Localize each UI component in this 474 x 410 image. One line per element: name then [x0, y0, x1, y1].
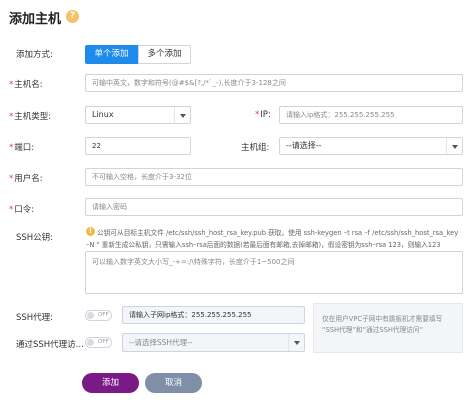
port-label: *端口: [9, 143, 35, 153]
username-label: *用户名: [9, 174, 43, 184]
warning-icon: ! [86, 227, 95, 236]
single-add-tab[interactable]: 单个添加 [85, 45, 138, 64]
ssh-key-label: SSH公钥: [16, 233, 54, 243]
ssh-key-hint-line1: 公钥可从目标主机文件 /etc/ssh/ssh_host_rsa_key.pub… [97, 229, 459, 237]
host-type-select[interactable]: Linux [85, 106, 191, 124]
host-group-select[interactable]: --请选择-- [279, 137, 463, 155]
chevron-down-icon [446, 138, 462, 154]
chevron-down-icon [288, 334, 304, 351]
ip-label: *IP: [255, 110, 271, 120]
port-input[interactable]: 22 [85, 137, 191, 155]
hostname-input[interactable]: 可输中英文，数字和符号(@#$&[?,/*`_-),长度介于3-128之间 [85, 74, 463, 92]
hostname-label: *主机名: [9, 80, 43, 90]
ssh-proxy-select-value: --请选择SSH代理-- [129, 338, 193, 347]
toggle-knob [87, 339, 94, 346]
ssh-proxy-toggle[interactable]: OFF [85, 310, 112, 321]
host-type-value: Linux [92, 110, 114, 119]
password-label: *口令: [9, 205, 35, 215]
multi-add-tab[interactable]: 多个添加 [138, 45, 191, 64]
ssh-key-textarea[interactable]: 可以输入数字英文大小写_-+=:/\特殊字符，长度介于1~500之间 [85, 251, 463, 294]
ip-input[interactable]: 请输入ip格式：255.255.255.255 [279, 106, 463, 124]
proxy-side-note: 仅在用户VPC子网中有跳板机才需要填写 “SSH代理”和“通过SSH代理访问” [313, 303, 463, 353]
username-input[interactable]: 不可输入空格，长度介于3-32位 [85, 168, 463, 186]
via-ssh-proxy-label: 通过SSH代理访... [16, 340, 84, 350]
side-note-line2: “SSH代理”和“通过SSH代理访问” [322, 326, 424, 334]
ssh-key-hint-line2: –N " 重新生成公私钥，只需输入ssh–rsa后面的数据(若最后面有邮箱,去掉… [86, 241, 441, 249]
host-group-value: --请选择-- [286, 141, 322, 150]
chevron-down-icon [174, 107, 190, 123]
cancel-button[interactable]: 取消 [145, 373, 202, 393]
toggle-knob [87, 312, 94, 319]
add-mode-label: 添加方式: [16, 50, 53, 60]
toggle-state: OFF [98, 312, 109, 318]
host-type-label: *主机类型: [9, 112, 52, 122]
help-icon[interactable]: ? [66, 10, 79, 23]
toggle-state: OFF [98, 339, 109, 345]
add-button[interactable]: 添加 [82, 373, 139, 393]
ssh-proxy-input[interactable]: 请输入子网ip格式：255.255.255.255 [122, 306, 305, 324]
dialog-title: 添加主机 [9, 12, 62, 27]
ssh-proxy-label: SSH代理: [16, 313, 54, 323]
via-ssh-proxy-toggle[interactable]: OFF [85, 337, 112, 348]
host-group-label: 主机组: [241, 143, 270, 153]
password-input[interactable]: 请输入密码 [85, 198, 463, 216]
ssh-proxy-select[interactable]: --请选择SSH代理-- [122, 333, 305, 352]
side-note-line1: 仅在用户VPC子网中有跳板机才需要填写 [322, 315, 443, 323]
